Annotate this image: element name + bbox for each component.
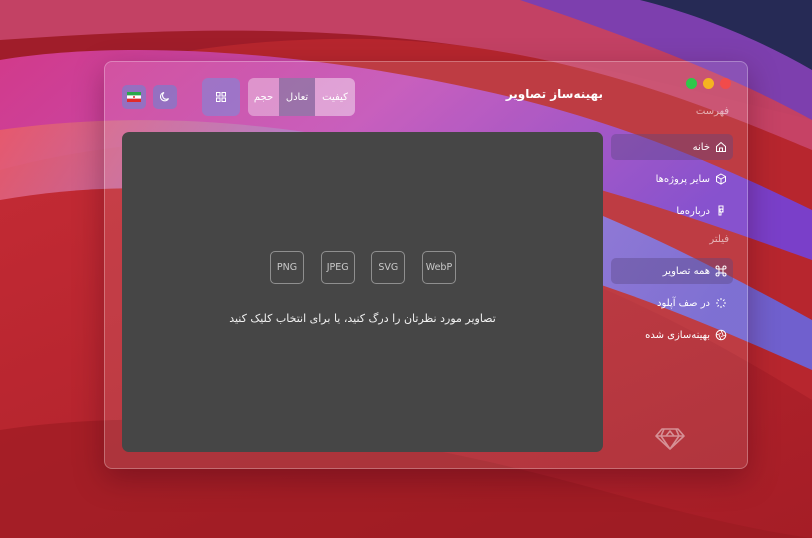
filter-item-label: در صف آپلود <box>657 297 710 309</box>
filter-heading: فیلتر <box>709 234 729 245</box>
moon-icon <box>160 91 169 102</box>
format-badge: JPEG <box>320 251 355 284</box>
sidebar-item-other-projects[interactable]: سایر پروژه‌ها <box>611 166 733 192</box>
image-dropzone[interactable]: PNG JPEG SVG WebP تصاویر مورد نظرتان را … <box>122 132 603 452</box>
filter-item-upload-queue[interactable]: در صف آپلود <box>611 290 733 316</box>
grid-view-button[interactable] <box>202 78 240 116</box>
app-title: بهینه‌ساز تصاویر <box>505 87 603 101</box>
maximize-button[interactable] <box>686 78 697 89</box>
segment-size[interactable]: حجم <box>248 78 279 116</box>
app-window: بهینه‌ساز تصاویر حجم تعادل کیفیت PNG JPE… <box>104 61 748 469</box>
sidebar-item-about[interactable]: درباره‌ما <box>611 198 733 224</box>
segment-quality[interactable]: کیفیت <box>315 78 355 116</box>
sidebar-item-label: سایر پروژه‌ها <box>655 173 710 185</box>
language-button[interactable] <box>122 85 146 109</box>
menu-heading: فهرست <box>695 106 729 117</box>
format-badge: WebP <box>421 251 456 284</box>
filter-item-label: همه تصاویر <box>662 265 710 277</box>
home-icon <box>716 141 726 152</box>
compression-mode-segmented-control[interactable]: حجم تعادل کیفیت <box>248 78 355 116</box>
diamond-logo-icon <box>655 427 685 455</box>
dropzone-instructions: تصاویر مورد نظرتان را درگ کنید، یا برای … <box>229 312 496 325</box>
sidebar: فهرست خانه سایر پروژه‌ها درباره‌ما فیلتر… <box>611 106 733 354</box>
supported-formats: PNG JPEG SVG WebP <box>270 251 456 284</box>
aperture-icon <box>715 329 727 341</box>
window-controls <box>686 78 731 89</box>
filter-item-label: بهینه‌سازی شده <box>645 329 710 341</box>
filter-item-all-images[interactable]: همه تصاویر <box>611 258 733 284</box>
loader-icon <box>716 298 726 308</box>
command-icon <box>715 265 727 277</box>
segment-balance[interactable]: تعادل <box>279 78 315 116</box>
sidebar-item-label: خانه <box>692 141 710 153</box>
close-button[interactable] <box>720 78 731 89</box>
sidebar-item-label: درباره‌ما <box>676 205 710 217</box>
sidebar-item-home[interactable]: خانه <box>611 134 733 160</box>
box-icon <box>716 173 726 185</box>
grid-icon <box>216 92 226 102</box>
iran-flag-icon <box>127 92 141 102</box>
theme-toggle-button[interactable] <box>153 85 177 109</box>
format-badge: SVG <box>371 251 406 284</box>
minimize-button[interactable] <box>703 78 714 89</box>
format-badge: PNG <box>270 251 304 284</box>
figma-icon <box>718 205 724 216</box>
filter-item-optimized[interactable]: بهینه‌سازی شده <box>611 322 733 348</box>
